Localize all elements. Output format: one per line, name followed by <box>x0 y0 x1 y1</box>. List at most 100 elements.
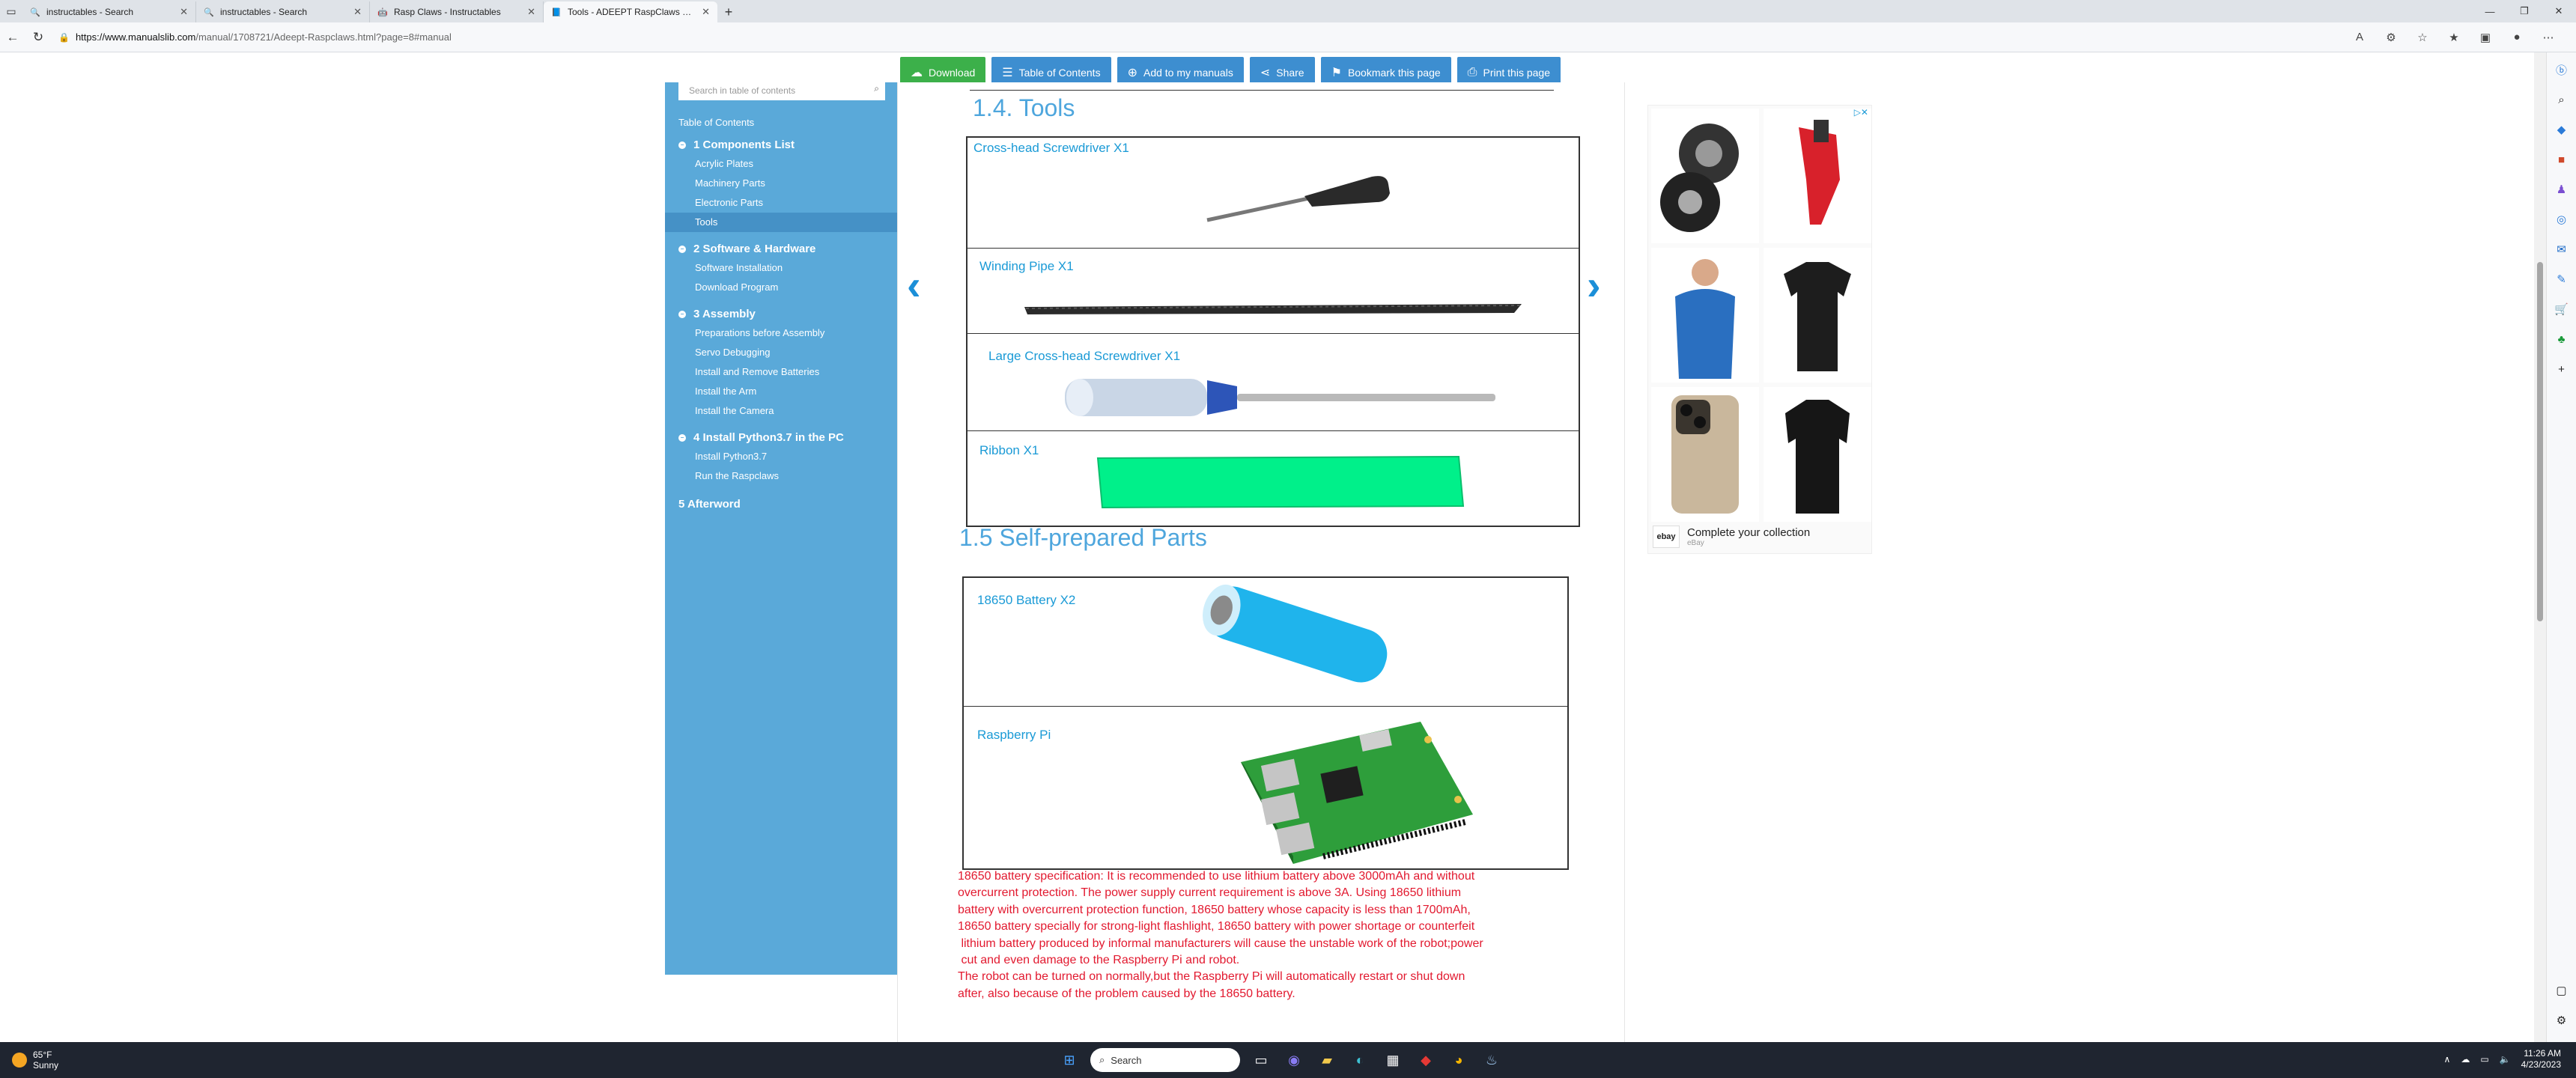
store-icon[interactable]: ▦ <box>1381 1048 1405 1072</box>
collapse-icon[interactable]: − <box>678 141 686 149</box>
maximize-icon[interactable]: ❐ <box>2507 0 2542 22</box>
games-icon[interactable]: ♟ <box>2552 180 2572 199</box>
network-icon[interactable]: ▭ <box>2480 1054 2488 1065</box>
read-aloud-icon[interactable]: A <box>2347 26 2372 49</box>
tab-1[interactable]: 🔍 instructables - Search ✕ <box>22 1 196 22</box>
favorites-icon[interactable]: ★ <box>2441 26 2467 49</box>
ad-product-tshirt[interactable] <box>1764 248 1871 383</box>
close-window-icon[interactable]: ✕ <box>2542 0 2576 22</box>
warning-line: overcurrent protection. The power supply… <box>958 886 1462 900</box>
add-icon[interactable]: + <box>2552 359 2572 379</box>
ad-product-jacket[interactable] <box>1651 248 1759 383</box>
winding-pipe-image <box>1024 303 1522 314</box>
outlook-icon[interactable]: ✉ <box>2552 240 2572 259</box>
tree-icon[interactable]: ♣ <box>2552 329 2572 349</box>
back-icon[interactable]: ← <box>0 25 25 50</box>
tab-3[interactable]: 🤖 Rasp Claws - Instructables ✕ <box>370 1 544 22</box>
weather-widget[interactable]: 65°F Sunny <box>0 1050 58 1071</box>
tools-icon[interactable]: ■ <box>2552 150 2572 169</box>
toc-item[interactable]: Machinery Parts <box>665 174 897 193</box>
prev-page-arrow-icon[interactable]: ‹ <box>907 261 921 309</box>
cloud-icon[interactable]: ☁ <box>2461 1054 2470 1065</box>
edge-icon[interactable]: ◐ <box>1348 1048 1372 1072</box>
ad-footer[interactable]: ebay Complete your collection eBay <box>1648 520 1871 553</box>
ad-product-wheels[interactable] <box>1651 109 1759 243</box>
toc-section-1[interactable]: −1 Components List <box>678 138 897 151</box>
scrollbar-thumb[interactable] <box>2537 262 2543 621</box>
new-tab-button[interactable]: + <box>717 1 740 22</box>
table-row: 18650 Battery X2 <box>962 576 1569 707</box>
ad-product-tool[interactable] <box>1764 109 1871 243</box>
toc-item-active[interactable]: Tools <box>665 213 897 232</box>
split-screen-icon[interactable]: ▢ <box>2552 981 2572 1000</box>
collapse-icon[interactable]: − <box>678 245 686 253</box>
bing-icon[interactable]: ⓑ <box>2552 60 2572 79</box>
collapse-icon[interactable]: − <box>678 433 686 442</box>
toc-item[interactable]: Install the Arm <box>665 382 897 401</box>
task-view-icon[interactable]: ▭ <box>1249 1048 1273 1072</box>
favorite-icon[interactable]: ☆ <box>2410 26 2435 49</box>
toc-section-2[interactable]: −2 Software & Hardware <box>678 243 897 255</box>
app-red-icon[interactable]: ◆ <box>1414 1048 1438 1072</box>
page-scrollbar[interactable] <box>2534 52 2546 1042</box>
ad-product-phone[interactable] <box>1651 387 1759 522</box>
toc-item[interactable]: Install Python3.7 <box>665 447 897 466</box>
profile-icon[interactable]: ● <box>2504 26 2530 49</box>
steam-icon[interactable]: ♨ <box>1480 1048 1504 1072</box>
minimize-icon[interactable]: — <box>2473 0 2507 22</box>
url-field[interactable]: 🔒 https://www.manualslib.com/manual/1708… <box>58 26 2347 49</box>
toc-item[interactable]: Run the Raspclaws <box>665 466 897 486</box>
ebay-advertisement[interactable]: ▷✕ ebay Complete your collection eBay <box>1647 105 1872 554</box>
wheels-image <box>1660 124 1739 232</box>
part-label: 18650 Battery X2 <box>977 593 1076 607</box>
taskbar-search[interactable]: ⌕ Search <box>1090 1048 1240 1072</box>
search-icon[interactable]: ⌕ <box>2552 90 2572 109</box>
toc-section-4[interactable]: −4 Install Python3.7 in the PC <box>678 431 897 444</box>
more-icon[interactable]: ⋯ <box>2536 26 2561 49</box>
toc-item[interactable]: Download Program <box>665 278 897 297</box>
collections-icon[interactable]: ▣ <box>2473 26 2498 49</box>
tshirt-image <box>1785 400 1850 514</box>
toc-section-label: 2 Software & Hardware <box>693 243 816 255</box>
toc-item[interactable]: Servo Debugging <box>665 343 897 362</box>
toc-section-3[interactable]: −3 Assembly <box>678 308 897 320</box>
workspaces-icon[interactable]: ▭ <box>0 0 22 22</box>
refresh-icon[interactable]: ↻ <box>25 25 51 50</box>
toc-search-input[interactable]: Search in table of contents <box>678 81 885 100</box>
warning-line: battery with overcurrent protection func… <box>958 903 1471 916</box>
settings-icon[interactable]: ⚙ <box>2552 1011 2572 1030</box>
close-icon[interactable]: ✕ <box>353 6 362 18</box>
drop-icon[interactable]: ✎ <box>2552 270 2572 289</box>
collapse-icon[interactable]: − <box>678 310 686 318</box>
close-icon[interactable]: ✕ <box>702 6 710 18</box>
toc-item[interactable]: Electronic Parts <box>665 193 897 213</box>
toc-item[interactable]: Software Installation <box>665 258 897 278</box>
close-icon[interactable]: ✕ <box>180 6 188 18</box>
file-explorer-icon[interactable]: ▰ <box>1315 1048 1339 1072</box>
red-tool-image <box>1799 120 1840 225</box>
chat-icon[interactable]: ◉ <box>1282 1048 1306 1072</box>
microsoft365-icon[interactable]: ◎ <box>2552 210 2572 229</box>
toc-section-5[interactable]: 5 Afterword <box>678 498 897 511</box>
close-icon[interactable]: ✕ <box>527 6 535 18</box>
toc-item[interactable]: Preparations before Assembly <box>665 323 897 343</box>
clock[interactable]: 11:26 AM 4/23/2023 <box>2521 1048 2561 1071</box>
tracking-icon[interactable]: ⚙ <box>2378 26 2404 49</box>
chrome-icon[interactable]: ◕ <box>1447 1048 1471 1072</box>
cart-icon[interactable]: 🛒 <box>2552 299 2572 319</box>
toc-item[interactable]: Install and Remove Batteries <box>665 362 897 382</box>
raspberry-pi-image <box>1241 721 1473 864</box>
tab-title: Tools - ADEEPT RaspClaws User M <box>568 7 696 17</box>
toc-item[interactable]: Acrylic Plates <box>665 154 897 174</box>
next-page-arrow-icon[interactable]: › <box>1587 261 1601 309</box>
tab-4-active[interactable]: 📘 Tools - ADEEPT RaspClaws User M ✕ <box>544 1 717 22</box>
shopping-icon[interactable]: ◆ <box>2552 120 2572 139</box>
chevron-up-icon[interactable]: ∧ <box>2444 1054 2451 1065</box>
ad-product-tshirt-2[interactable] <box>1764 387 1871 522</box>
tab-2[interactable]: 🔍 instructables - Search ✕ <box>196 1 370 22</box>
adchoices-icon[interactable]: ▷✕ <box>1854 107 1868 118</box>
volume-icon[interactable]: 🔈 <box>2500 1054 2511 1065</box>
start-icon[interactable]: ⊞ <box>1057 1048 1081 1072</box>
add-label: Add to my manuals <box>1143 67 1233 79</box>
toc-item[interactable]: Install the Camera <box>665 401 897 421</box>
